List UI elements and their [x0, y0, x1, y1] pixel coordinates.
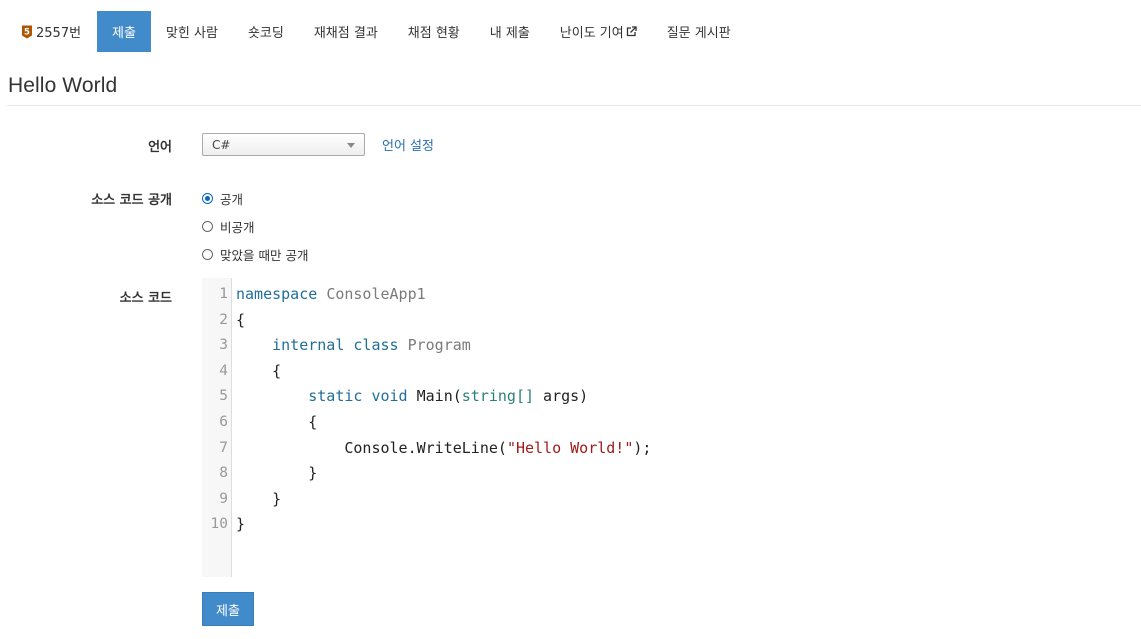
code-token: Program: [407, 336, 471, 355]
language-setting-link[interactable]: 언어 설정: [382, 135, 434, 154]
radio-button[interactable]: [202, 193, 213, 204]
radio-label: 공개: [220, 192, 244, 207]
code-token: }: [236, 515, 246, 534]
nav-tab-rejudge-results[interactable]: 재채점 결과: [299, 11, 393, 52]
line-number: 3: [219, 337, 228, 354]
code-token: internal: [272, 336, 345, 355]
page-title: Hello World: [8, 74, 118, 97]
code-token: string[]: [461, 387, 535, 406]
source-code-label: 소스 코드: [119, 291, 172, 306]
submit-button[interactable]: 제출: [202, 592, 254, 626]
visibility-option-private[interactable]: 비공개: [202, 217, 255, 236]
code-token: static: [308, 387, 363, 406]
code-token: Main(: [407, 387, 462, 406]
nav-tab-label: 숏코딩: [247, 26, 284, 41]
svg-text:5: 5: [24, 27, 30, 37]
nav-tab-judge-status[interactable]: 채점 현황: [393, 11, 475, 52]
code-line: {: [236, 413, 317, 431]
code-token: {: [236, 413, 318, 431]
nav-tab-label: 채점 현황: [407, 26, 460, 41]
code-line: }: [236, 464, 317, 482]
external-link-icon: [626, 26, 637, 37]
radio-label: 비공개: [220, 220, 255, 235]
code-line: }: [236, 490, 281, 508]
code-line: {: [236, 362, 281, 380]
code-line: internal class Program: [236, 336, 471, 354]
radio-label: 맞았을 때만 공개: [220, 248, 309, 263]
code-token: namespace: [236, 285, 318, 303]
code-token: {: [236, 361, 282, 380]
visibility-option-public[interactable]: 공개: [202, 189, 243, 208]
code-line: static void Main(string[] args): [236, 387, 588, 405]
language-select[interactable]: C#: [202, 133, 365, 156]
nav-tab-label: 내 제출: [489, 26, 530, 41]
visibility-option-accepted-only[interactable]: 맞았을 때만 공개: [202, 245, 308, 264]
title-divider: [7, 105, 1141, 106]
code-token: {: [236, 310, 246, 329]
language-label: 언어: [148, 140, 172, 155]
code-token: "Hello World!": [506, 438, 634, 457]
code-token: }: [236, 489, 282, 508]
line-number: 2: [219, 311, 228, 328]
line-number: 4: [219, 362, 228, 379]
nav-problem-number[interactable]: 5 2557번: [7, 11, 97, 52]
problem-nav: 5 2557번 제출 맞힌 사람 숏코딩 재채점 결과 채점 현황 내 제출 난…: [7, 11, 746, 52]
radio-button[interactable]: [202, 249, 213, 260]
code-line: namespace ConsoleApp1: [236, 285, 426, 303]
code-token: );: [633, 438, 652, 457]
nav-tab-difficulty-contribution[interactable]: 난이도 기여: [545, 11, 652, 52]
code-editor[interactable]: 1 2 3 4 5 6 7 8 9 10 namespace ConsoleApp1 { inter…: [202, 278, 1141, 577]
line-number: 8: [219, 465, 228, 482]
nav-tab-label: 난이도 기여: [559, 26, 624, 41]
code-token: class: [353, 336, 399, 355]
problem-number-label: 2557번: [36, 26, 82, 41]
nav-tab-short-coding[interactable]: 숏코딩: [233, 11, 299, 52]
code-token: ConsoleApp1: [326, 285, 426, 303]
code-line: {: [236, 311, 245, 329]
nav-tab-submit[interactable]: 제출: [97, 11, 151, 52]
visibility-label: 소스 코드 공개: [91, 193, 172, 208]
line-number: 10: [210, 516, 228, 533]
nav-tab-label: 맞힌 사람: [165, 26, 218, 41]
line-number: 7: [219, 439, 228, 456]
code-line: }: [236, 515, 245, 533]
nav-tab-my-submissions[interactable]: 내 제출: [475, 11, 545, 52]
line-number: 6: [219, 414, 228, 430]
code-token: }: [236, 464, 318, 483]
code-token: Console.WriteLine(: [236, 438, 507, 457]
nav-tab-label: 질문 게시판: [666, 26, 731, 41]
nav-tab-label: 제출: [112, 26, 136, 41]
code-token: args): [534, 387, 589, 406]
language-select-value: C#: [212, 138, 231, 152]
line-number-gutter: 1 2 3 4 5 6 7 8 9 10: [202, 278, 232, 577]
line-number: 5: [219, 388, 228, 405]
line-number: 1: [219, 286, 228, 302]
tier-badge-icon: 5: [21, 25, 33, 39]
code-line: Console.WriteLine("Hello World!");: [236, 439, 651, 457]
nav-tab-label: 재채점 결과: [313, 26, 378, 41]
nav-tab-question-board[interactable]: 질문 게시판: [652, 11, 746, 52]
chevron-down-icon: [347, 143, 355, 148]
radio-button[interactable]: [202, 221, 213, 232]
nav-tab-solvers[interactable]: 맞힌 사람: [151, 11, 233, 52]
line-number: 9: [219, 490, 228, 507]
code-token: void: [371, 387, 408, 406]
